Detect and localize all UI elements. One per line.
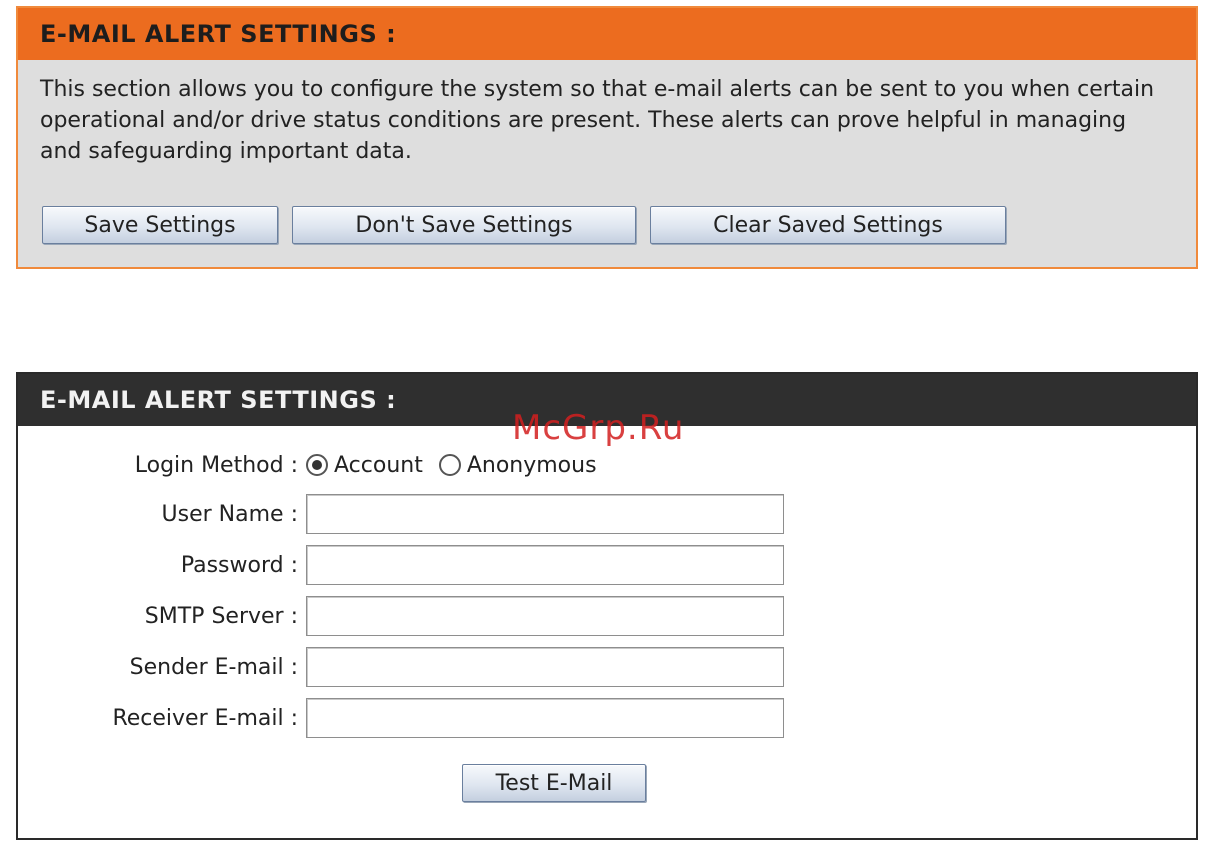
- password-row: Password :: [18, 544, 784, 586]
- sender-email-row: Sender E-mail :: [18, 646, 784, 688]
- form-panel-title: E-MAIL ALERT SETTINGS :: [40, 386, 397, 414]
- password-label: Password :: [180, 552, 298, 578]
- anonymous-radio-label[interactable]: Anonymous: [467, 453, 597, 478]
- dont-save-settings-button[interactable]: Don't Save Settings: [292, 206, 636, 244]
- login-method-radio-group: Account Anonymous: [306, 453, 613, 478]
- smtp-server-row: SMTP Server :: [18, 595, 784, 637]
- save-settings-button[interactable]: Save Settings: [42, 206, 278, 244]
- intro-description: This section allows you to configure the…: [40, 77, 1155, 164]
- intro-panel-header: E-MAIL ALERT SETTINGS :: [18, 8, 1196, 60]
- smtp-server-label: SMTP Server :: [144, 603, 298, 629]
- email-alert-intro-panel: E-MAIL ALERT SETTINGS : This section all…: [16, 6, 1198, 269]
- login-method-label: Login Method :: [134, 452, 298, 478]
- smtp-server-input[interactable]: [306, 596, 784, 636]
- settings-button-row: Save Settings Don't Save Settings Clear …: [42, 206, 1006, 244]
- login-method-row: Login Method : Account Anonymous: [18, 444, 613, 486]
- test-email-button[interactable]: Test E-Mail: [462, 764, 646, 802]
- account-radio-label[interactable]: Account: [334, 453, 423, 478]
- intro-panel-title: E-MAIL ALERT SETTINGS :: [40, 20, 397, 48]
- watermark: McGrp.Ru: [512, 408, 685, 448]
- password-input[interactable]: [306, 545, 784, 585]
- account-radio[interactable]: [306, 454, 328, 476]
- clear-saved-settings-button[interactable]: Clear Saved Settings: [650, 206, 1006, 244]
- sender-email-label: Sender E-mail :: [129, 654, 298, 680]
- receiver-email-label: Receiver E-mail :: [112, 705, 298, 731]
- user-name-input[interactable]: [306, 494, 784, 534]
- receiver-email-row: Receiver E-mail :: [18, 697, 784, 739]
- email-alert-form-panel: E-MAIL ALERT SETTINGS : McGrp.Ru Login M…: [16, 372, 1198, 840]
- receiver-email-input[interactable]: [306, 698, 784, 738]
- sender-email-input[interactable]: [306, 647, 784, 687]
- anonymous-radio[interactable]: [438, 454, 461, 476]
- user-name-row: User Name :: [18, 493, 784, 535]
- radio-selected-dot: [312, 460, 322, 470]
- user-name-label: User Name :: [161, 501, 298, 527]
